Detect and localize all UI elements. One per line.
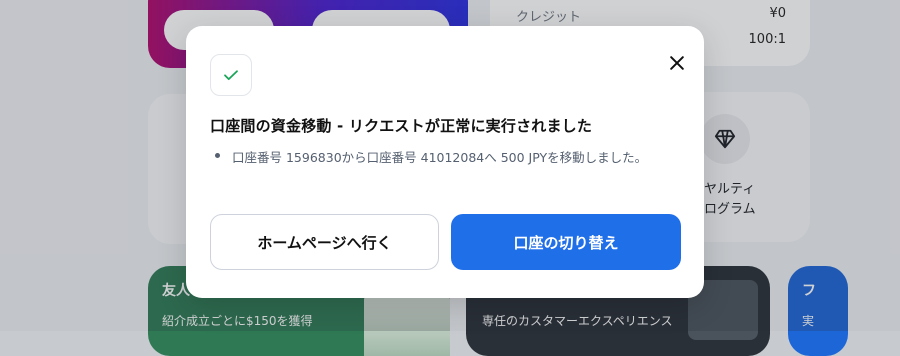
check-icon — [210, 54, 252, 96]
dialog-message: 口座番号 1596830から口座番号 41012084へ 500 JPYを移動し… — [210, 147, 647, 166]
dialog-message-list: 口座番号 1596830から口座番号 41012084へ 500 JPYを移動し… — [210, 147, 647, 166]
close-icon[interactable] — [664, 50, 690, 76]
dialog-title: 口座間の資金移動 - リクエストが正常に実行されました — [210, 117, 593, 135]
transfer-success-dialog: 口座間の資金移動 - リクエストが正常に実行されました 口座番号 1596830… — [186, 26, 704, 298]
switch-account-button[interactable]: 口座の切り替え — [451, 214, 681, 270]
home-page-button[interactable]: ホームページへ行く — [210, 214, 439, 270]
